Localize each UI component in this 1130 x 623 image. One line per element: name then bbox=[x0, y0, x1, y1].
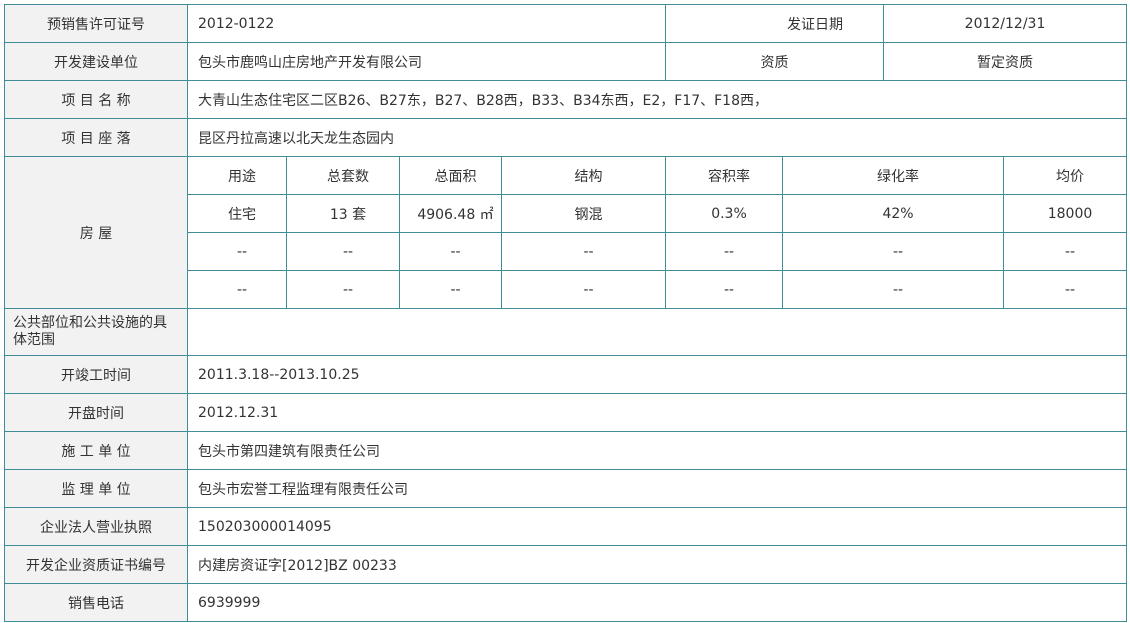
housing-plot-ratio: -- bbox=[665, 232, 783, 271]
housing-area: -- bbox=[399, 270, 502, 309]
opening-time-value: 2012.12.31 bbox=[186, 393, 1128, 432]
opening-time-label: 开盘时间 bbox=[4, 393, 188, 432]
housing-green-ratio: 42% bbox=[782, 194, 1004, 233]
housing-structure: -- bbox=[501, 232, 666, 271]
housing-header-plot-ratio: 容积率 bbox=[665, 156, 783, 195]
project-name-value: 大青山生态住宅区二区B26、B27东，B27、B28西，B33、B34东西，E2… bbox=[186, 80, 1128, 119]
sales-phone-row: 销售电话 6939999 bbox=[4, 583, 1128, 622]
developer-value: 包头市鹿鸣山庄房地产开发有限公司 bbox=[187, 42, 666, 81]
contractor-value: 包头市第四建筑有限责任公司 bbox=[186, 431, 1128, 470]
qualification-cert-label: 开发企业资质证书编号 bbox=[4, 545, 188, 584]
housing-header-row: 房 屋 用途 总套数 总面积 结构 容积率 绿化率 均价 bbox=[4, 156, 1128, 309]
housing-plot-ratio: 0.3% bbox=[665, 194, 783, 233]
housing-area: 4906.48 ㎡ bbox=[399, 194, 502, 233]
housing-green-ratio: -- bbox=[782, 270, 1004, 309]
supervisor-label: 监 理 单 位 bbox=[4, 469, 188, 508]
housing-header-structure: 结构 bbox=[501, 156, 666, 195]
housing-area: -- bbox=[399, 232, 502, 271]
developer-label: 开发建设单位 bbox=[4, 42, 188, 81]
housing-header-area: 总面积 bbox=[399, 156, 502, 195]
housing-label: 房 屋 bbox=[4, 156, 188, 309]
public-facilities-label: 公共部位和公共设施的具体范围 bbox=[4, 308, 188, 356]
presale-info-table: 预销售许可证号 2012-0122 发证日期 2012/12/31 开发建设单位… bbox=[4, 4, 1128, 622]
business-license-row: 企业法人营业执照 150203000014095 bbox=[4, 507, 1128, 546]
business-license-label: 企业法人营业执照 bbox=[4, 507, 188, 546]
contractor-row: 施 工 单 位 包头市第四建筑有限责任公司 bbox=[4, 431, 1128, 470]
public-facilities-value bbox=[186, 308, 1128, 356]
opening-time-row: 开盘时间 2012.12.31 bbox=[4, 393, 1128, 432]
qualification-cert-value: 内建房资证字[2012]BZ 00233 bbox=[186, 545, 1128, 584]
contractor-label: 施 工 单 位 bbox=[4, 431, 188, 470]
housing-structure: -- bbox=[501, 270, 666, 309]
project-location-label: 项 目 座 落 bbox=[4, 118, 188, 157]
housing-green-ratio: -- bbox=[782, 232, 1004, 271]
permit-row: 预销售许可证号 2012-0122 发证日期 2012/12/31 bbox=[4, 4, 1128, 43]
project-location-value: 昆区丹拉高速以北天龙生态园内 bbox=[186, 118, 1128, 157]
housing-units: 13 套 bbox=[286, 194, 400, 233]
qualification-value: 暂定资质 bbox=[882, 42, 1128, 81]
qualification-label: 资质 bbox=[665, 42, 884, 81]
sales-phone-label: 销售电话 bbox=[4, 583, 188, 622]
housing-header-units: 总套数 bbox=[286, 156, 400, 195]
supervisor-row: 监 理 单 位 包头市宏誉工程监理有限责任公司 bbox=[4, 469, 1128, 508]
housing-use: 住宅 bbox=[187, 194, 287, 233]
public-facilities-row: 公共部位和公共设施的具体范围 bbox=[4, 308, 1128, 356]
permit-label: 预销售许可证号 bbox=[4, 4, 188, 43]
issue-date-value: 2012/12/31 bbox=[882, 4, 1128, 43]
housing-avg-price: -- bbox=[1002, 232, 1128, 271]
developer-row: 开发建设单位 包头市鹿鸣山庄房地产开发有限公司 资质 暂定资质 bbox=[4, 42, 1128, 81]
project-name-row: 项 目 名 称 大青山生态住宅区二区B26、B27东，B27、B28西，B33、… bbox=[4, 80, 1128, 119]
qualification-cert-row: 开发企业资质证书编号 内建房资证字[2012]BZ 00233 bbox=[4, 545, 1128, 584]
housing-use: -- bbox=[187, 232, 287, 271]
business-license-value: 150203000014095 bbox=[186, 507, 1128, 546]
housing-avg-price: 18000 bbox=[1002, 194, 1128, 233]
housing-header-avg-price: 均价 bbox=[1002, 156, 1128, 195]
sales-phone-value: 6939999 bbox=[186, 583, 1128, 622]
housing-units: -- bbox=[286, 270, 400, 309]
housing-use: -- bbox=[187, 270, 287, 309]
housing-units: -- bbox=[286, 232, 400, 271]
project-name-label: 项 目 名 称 bbox=[4, 80, 188, 119]
housing-plot-ratio: -- bbox=[665, 270, 783, 309]
construction-period-label: 开竣工时间 bbox=[4, 355, 188, 394]
permit-value: 2012-0122 bbox=[187, 4, 666, 43]
issue-date-label: 发证日期 bbox=[665, 4, 884, 43]
project-location-row: 项 目 座 落 昆区丹拉高速以北天龙生态园内 bbox=[4, 118, 1128, 157]
supervisor-value: 包头市宏誉工程监理有限责任公司 bbox=[186, 469, 1128, 508]
housing-structure: 钢混 bbox=[501, 194, 666, 233]
housing-header-use: 用途 bbox=[187, 156, 287, 195]
housing-avg-price: -- bbox=[1002, 270, 1128, 309]
housing-header-green-ratio: 绿化率 bbox=[782, 156, 1004, 195]
construction-period-value: 2011.3.18--2013.10.25 bbox=[186, 355, 1128, 394]
construction-period-row: 开竣工时间 2011.3.18--2013.10.25 bbox=[4, 355, 1128, 394]
